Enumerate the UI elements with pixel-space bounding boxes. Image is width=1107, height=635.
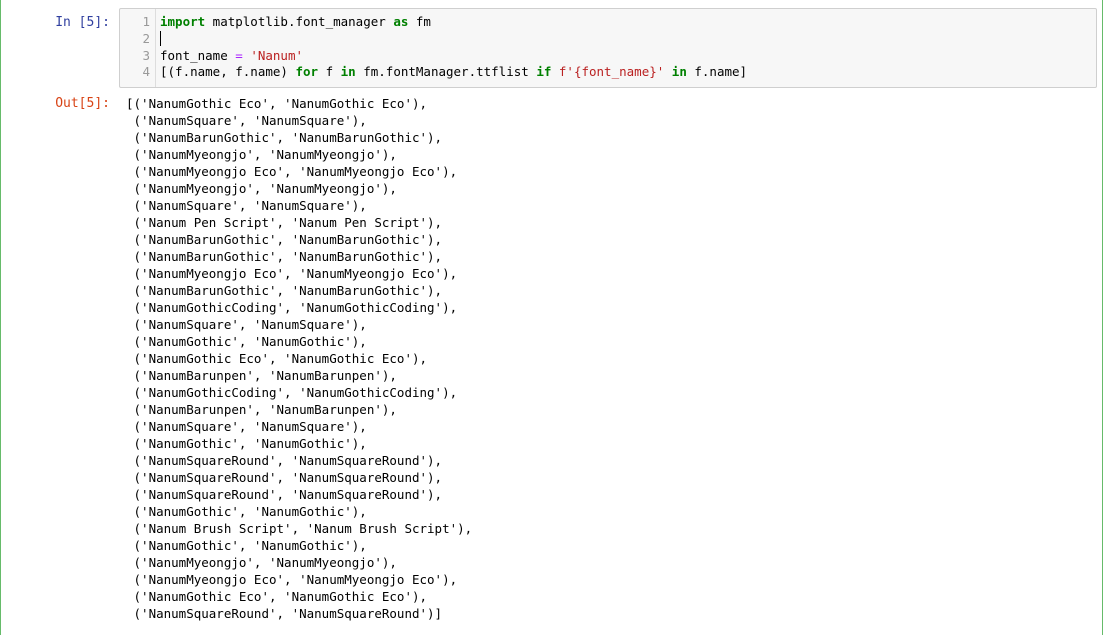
code-token: if [536,64,552,80]
output-line: ('NanumSquareRound', 'NanumSquareRound')… [126,606,443,621]
output-area: [('NanumGothic Eco', 'NanumGothic Eco'),… [126,95,472,622]
line-number: 3 [142,47,150,63]
output-line: ('NanumMyeongjo Eco', 'NanumMyeongjo Eco… [126,266,458,281]
output-line: ('NanumBarunGothic', 'NanumBarunGothic')… [126,249,443,264]
output-line: ('NanumBarunpen', 'NanumBarunpen'), [126,402,397,417]
output-line: ('NanumGothic Eco', 'NanumGothic Eco'), [126,589,428,604]
output-line: ('NanumGothic', 'NanumGothic'), [126,504,367,519]
code-line: font_name = 'Nanum' [160,48,747,65]
line-number: 4 [142,64,150,80]
code-line [160,30,747,48]
code-token: = [235,47,243,63]
output-line: ('NanumSquare', 'NanumSquare'), [126,317,367,332]
output-line: ('NanumBarunpen', 'NanumBarunpen'), [126,368,397,383]
output-line: ('Nanum Brush Script', 'Nanum Brush Scri… [126,521,473,536]
code-token: f.name] [686,64,748,80]
output-line: ('NanumGothic Eco', 'NanumGothic Eco'), [126,351,428,366]
output-prompt: Out[5]: [55,96,110,111]
code-editor[interactable]: 1234 import matplotlib.font_manager as f… [119,8,1097,88]
code-token: 'Nanum' [250,47,304,63]
output-line: ('NanumMyeongjo Eco', 'NanumMyeongjo Eco… [126,572,458,587]
output-line: ('NanumSquareRound', 'NanumSquareRound')… [126,453,443,468]
output-line: ('NanumGothicCoding', 'NanumGothicCoding… [126,385,458,400]
output-line: ('NanumMyeongjo Eco', 'NanumMyeongjo Eco… [126,164,458,179]
output-line: [('NanumGothic Eco', 'NanumGothic Eco'), [126,96,428,111]
output-line: ('NanumGothic', 'NanumGothic'), [126,538,367,553]
code-token: in [340,64,356,80]
code-token: [(f.name, f.name) [160,64,296,80]
code-token: matplotlib.font_manager [205,14,394,29]
line-number: 1 [142,14,150,29]
code-line: import matplotlib.font_manager as fm [160,14,747,31]
code-token: for [295,64,319,80]
output-line: ('NanumBarunGothic', 'NanumBarunGothic')… [126,283,443,298]
output-line: ('NanumMyeongjo', 'NanumMyeongjo'), [126,147,397,162]
output-line: ('NanumBarunGothic', 'NanumBarunGothic')… [126,232,443,247]
output-line: ('NanumGothicCoding', 'NanumGothicCoding… [126,300,458,315]
output-line: ('NanumMyeongjo', 'NanumMyeongjo'), [126,181,397,196]
code-token: as [393,14,409,29]
output-line: ('NanumSquareRound', 'NanumSquareRound')… [126,470,443,485]
output-line: ('Nanum Pen Script', 'Nanum Pen Script')… [126,215,443,230]
code-token: import [160,14,206,29]
code-token: in [671,64,687,80]
code-token: f [318,64,341,80]
output-line: ('NanumSquare', 'NanumSquare'), [126,419,367,434]
output-line: ('NanumMyeongjo', 'NanumMyeongjo'), [126,555,397,570]
code-cell-selected[interactable]: In [5]: 1234 import matplotlib.font_mana… [0,0,1103,635]
code-line: [(f.name, f.name) for f in fm.fontManage… [160,64,747,81]
code-content[interactable]: import matplotlib.font_manager as fm font… [160,14,747,81]
output-line: ('NanumGothic', 'NanumGothic'), [126,436,367,451]
code-token: f'{font_name}' [558,64,665,80]
input-prompt: In [5]: [55,15,110,30]
output-line: ('NanumGothic', 'NanumGothic'), [126,334,367,349]
code-token: font_name [160,47,236,63]
output-line: ('NanumBarunGothic', 'NanumBarunGothic')… [126,130,443,145]
line-number: 2 [142,30,150,46]
text-cursor [160,30,161,46]
output-line: ('NanumSquare', 'NanumSquare'), [126,113,367,128]
code-token: fm [408,14,431,29]
code-token: fm.fontManager.ttflist [355,64,537,80]
output-line: ('NanumSquare', 'NanumSquare'), [126,198,367,213]
gutter-divider [155,9,156,87]
output-line: ('NanumSquareRound', 'NanumSquareRound')… [126,487,443,502]
line-number-gutter: 1234 [120,14,150,81]
